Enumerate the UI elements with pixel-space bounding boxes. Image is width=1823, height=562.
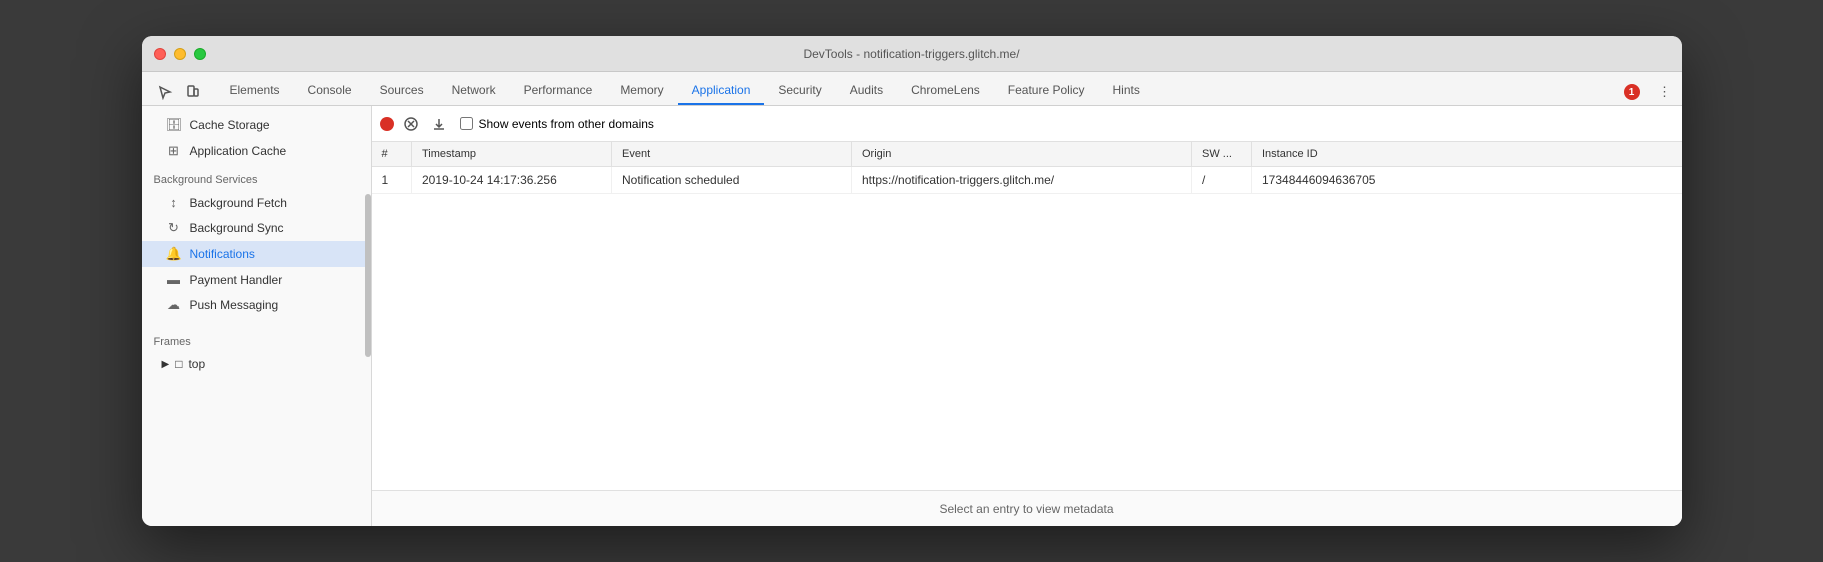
status-bar: Select an entry to view metadata xyxy=(372,490,1682,526)
cell-event-0: Notification scheduled xyxy=(612,167,852,194)
tab-audits[interactable]: Audits xyxy=(836,77,897,105)
tab-sources[interactable]: Sources xyxy=(366,77,438,105)
sidebar-label-payment-handler: Payment Handler xyxy=(190,273,283,287)
more-options-button[interactable]: ⋮ xyxy=(1652,79,1678,105)
cell-origin-0: https://notification-triggers.glitch.me/ xyxy=(852,167,1192,194)
tab-chromelens[interactable]: ChromeLens xyxy=(897,77,994,105)
tab-console[interactable]: Console xyxy=(294,77,366,105)
traffic-lights xyxy=(154,48,206,60)
frame-label-top: top xyxy=(188,357,205,371)
table-area: #TimestampEventOriginSW ...Instance ID 1… xyxy=(372,142,1682,490)
clear-button[interactable] xyxy=(400,113,422,135)
th-origin[interactable]: Origin xyxy=(852,142,1192,167)
th-timestamp[interactable]: Timestamp xyxy=(412,142,612,167)
sidebar-background-services-group: ↕ Background Fetch ↻ Background Sync 🔔 Notifi… xyxy=(142,190,371,318)
cache-storage-icon: 🗄 xyxy=(166,117,182,133)
tab-network[interactable]: Network xyxy=(438,77,510,105)
sidebar-label-background-fetch: Background Fetch xyxy=(190,196,287,210)
content-toolbar: Show events from other domains xyxy=(372,106,1682,142)
payment-handler-icon: ▬ xyxy=(166,272,182,287)
th-instance[interactable]: Instance ID xyxy=(1252,142,1682,167)
table-header: #TimestampEventOriginSW ...Instance ID xyxy=(372,142,1682,167)
inspect-tool-button[interactable] xyxy=(152,79,178,105)
sidebar-scrollbar[interactable] xyxy=(365,112,371,520)
sidebar-label-background-sync: Background Sync xyxy=(190,221,284,235)
sidebar-item-application-cache[interactable]: ⊞ Application Cache xyxy=(142,138,371,164)
sidebar-item-background-fetch[interactable]: ↕ Background Fetch xyxy=(142,190,371,215)
export-button[interactable] xyxy=(428,113,450,135)
cell-instance-0: 17348446094636705 xyxy=(1252,167,1682,194)
cell-timestamp-0: 2019-10-24 14:17:36.256 xyxy=(412,167,612,194)
tab-performance[interactable]: Performance xyxy=(510,77,607,105)
show-events-label[interactable]: Show events from other domains xyxy=(479,117,654,131)
notifications-table: #TimestampEventOriginSW ...Instance ID 1… xyxy=(372,142,1682,194)
notifications-icon: 🔔 xyxy=(166,246,182,262)
sidebar: 🗄 Cache Storage ⊞ Application Cache Backgro… xyxy=(142,106,372,526)
sidebar-label-push-messaging: Push Messaging xyxy=(190,298,279,312)
error-count-badge: 1 xyxy=(1624,84,1640,100)
show-events-checkbox[interactable] xyxy=(460,117,473,130)
close-button[interactable] xyxy=(154,48,166,60)
tabs-container: ElementsConsoleSourcesNetworkPerformance… xyxy=(216,77,1624,105)
sidebar-item-push-messaging[interactable]: ☁ Push Messaging xyxy=(142,292,371,318)
devtools-window: DevTools - notification-triggers.glitch.… xyxy=(142,36,1682,526)
tab-hints[interactable]: Hints xyxy=(1099,77,1154,105)
main-area: 🗄 Cache Storage ⊞ Application Cache Backgro… xyxy=(142,106,1682,526)
tab-featurepolicy[interactable]: Feature Policy xyxy=(994,77,1099,105)
minimize-button[interactable] xyxy=(174,48,186,60)
show-events-checkbox-area: Show events from other domains xyxy=(460,117,654,131)
device-toolbar-button[interactable] xyxy=(180,79,206,105)
sidebar-storage-group: 🗄 Cache Storage ⊞ Application Cache xyxy=(142,112,371,164)
table-header-row: #TimestampEventOriginSW ...Instance ID xyxy=(372,142,1682,167)
status-text: Select an entry to view metadata xyxy=(939,502,1113,516)
toolbar-right: 1 ⋮ xyxy=(1624,79,1678,105)
sidebar-item-notifications[interactable]: 🔔 Notifications xyxy=(142,241,371,267)
maximize-button[interactable] xyxy=(194,48,206,60)
background-fetch-icon: ↕ xyxy=(166,195,182,210)
tab-bar: ElementsConsoleSourcesNetworkPerformance… xyxy=(142,72,1682,106)
tab-application[interactable]: Application xyxy=(678,77,765,105)
sidebar-scrollbar-thumb[interactable] xyxy=(365,194,371,357)
th-event[interactable]: Event xyxy=(612,142,852,167)
tab-elements[interactable]: Elements xyxy=(216,77,294,105)
chevron-right-icon: ▶ xyxy=(162,359,170,370)
table-body: 12019-10-24 14:17:36.256Notification sch… xyxy=(372,167,1682,194)
cell-num-0: 1 xyxy=(372,167,412,194)
sidebar-frames-section: Frames ▶ □ top xyxy=(142,326,371,376)
push-messaging-icon: ☁ xyxy=(166,297,182,313)
background-sync-icon: ↻ xyxy=(166,220,182,236)
content-area: Show events from other domains #Times xyxy=(372,106,1682,526)
table-row[interactable]: 12019-10-24 14:17:36.256Notification sch… xyxy=(372,167,1682,194)
tab-memory[interactable]: Memory xyxy=(606,77,677,105)
frames-label: Frames xyxy=(142,326,371,352)
sidebar-label-application-cache: Application Cache xyxy=(190,144,287,158)
sidebar-label-cache-storage: Cache Storage xyxy=(190,118,270,132)
sidebar-scroll-wrapper: 🗄 Cache Storage ⊞ Application Cache Backgro… xyxy=(142,112,371,520)
window-title: DevTools - notification-triggers.glitch.… xyxy=(803,47,1019,61)
title-bar: DevTools - notification-triggers.glitch.… xyxy=(142,36,1682,72)
th-sw[interactable]: SW ... xyxy=(1192,142,1252,167)
application-cache-icon: ⊞ xyxy=(166,143,182,159)
sidebar-label-notifications: Notifications xyxy=(190,247,255,261)
sidebar-item-frame-top[interactable]: ▶ □ top xyxy=(142,352,371,376)
sidebar-item-payment-handler[interactable]: ▬ Payment Handler xyxy=(142,267,371,292)
folder-icon: □ xyxy=(175,357,182,371)
record-button[interactable] xyxy=(380,117,394,131)
sidebar-item-background-sync[interactable]: ↻ Background Sync xyxy=(142,215,371,241)
sidebar-item-cache-storage[interactable]: 🗄 Cache Storage xyxy=(142,112,371,138)
sidebar-frames-group: ▶ □ top xyxy=(142,352,371,376)
tab-security[interactable]: Security xyxy=(764,77,835,105)
cell-sw-0: / xyxy=(1192,167,1252,194)
th-num[interactable]: # xyxy=(372,142,412,167)
error-badge: 1 xyxy=(1624,84,1640,100)
background-services-label: Background Services xyxy=(142,164,371,190)
